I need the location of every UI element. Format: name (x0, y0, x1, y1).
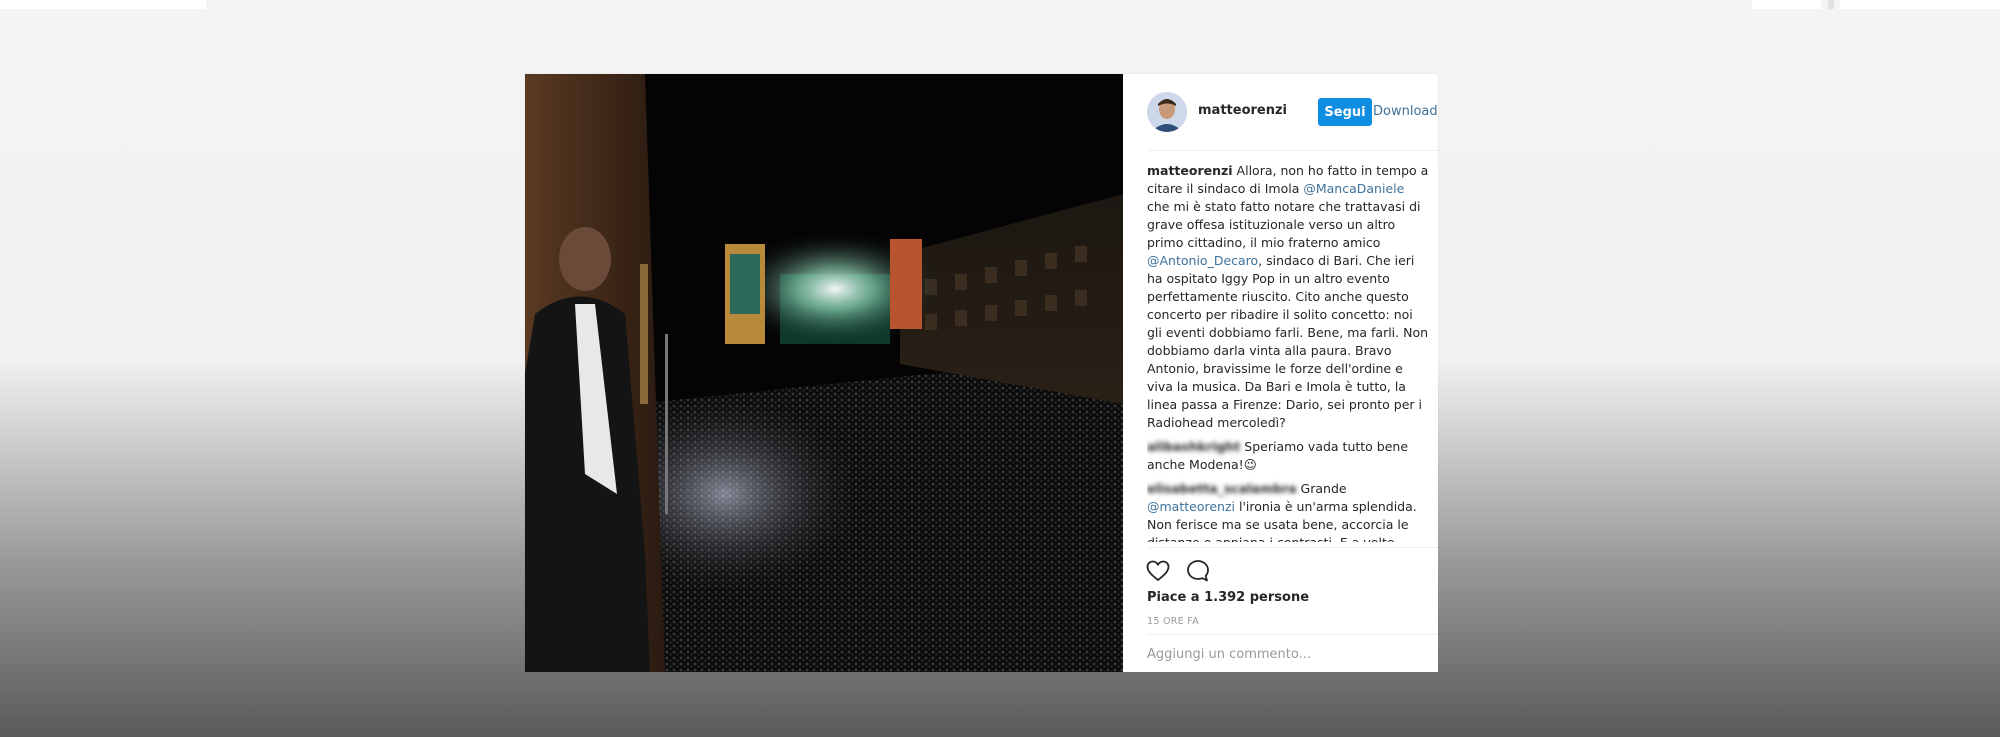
comments-list[interactable]: matteorenzi Allora, non ho fatto in temp… (1147, 162, 1429, 542)
follow-button[interactable]: Segui (1318, 98, 1372, 126)
comment-text: Grande (1296, 481, 1347, 496)
top-bar-fragment (1752, 0, 1821, 9)
comment-item: alibashkright Speriamo vada tutto bene a… (1147, 438, 1429, 474)
mention-link[interactable]: @MancaDaniele (1303, 181, 1404, 196)
comment-input[interactable] (1147, 642, 1427, 666)
post-header: matteorenzi Segui Download (1123, 74, 1438, 150)
top-bar-fragment (0, 0, 206, 9)
concert-photo-illustration (525, 74, 1123, 672)
top-bar-divider (1828, 0, 1834, 9)
avatar[interactable] (1147, 92, 1187, 132)
caption-text: che mi è stato fatto notare che trattava… (1147, 199, 1421, 250)
caption: matteorenzi Allora, non ho fatto in temp… (1147, 162, 1429, 432)
post-timestamp: 15 ORE FA (1147, 616, 1199, 627)
post-photo[interactable] (525, 74, 1123, 672)
divider (1147, 547, 1438, 548)
comment-item: elisabetta_scalambra Grande @matteorenzi… (1147, 480, 1429, 542)
caption-text: , sindaco di Bari. Che ieri ha ospitato … (1147, 253, 1429, 430)
comment-icon[interactable] (1185, 558, 1211, 584)
post-sidebar: matteorenzi Segui Download matteorenzi A… (1123, 74, 1438, 672)
heart-icon[interactable] (1145, 558, 1171, 584)
likes-count[interactable]: Piace a 1.392 persone (1147, 590, 1309, 605)
download-link[interactable]: Download (1373, 104, 1438, 119)
caption-username[interactable]: matteorenzi (1147, 163, 1233, 178)
post-modal: matteorenzi Segui Download matteorenzi A… (525, 74, 1438, 672)
mention-link[interactable]: @matteorenzi (1147, 499, 1235, 514)
top-bar-fragment (1840, 0, 2000, 9)
post-username[interactable]: matteorenzi (1198, 103, 1287, 118)
mention-link[interactable]: @Antonio_Decaro (1147, 253, 1258, 268)
comment-username[interactable]: elisabetta_scalambra (1147, 481, 1297, 496)
divider (1147, 634, 1438, 635)
profile-picture (1147, 92, 1187, 132)
divider (1147, 150, 1438, 151)
comment-username[interactable]: alibashkright (1147, 439, 1240, 454)
